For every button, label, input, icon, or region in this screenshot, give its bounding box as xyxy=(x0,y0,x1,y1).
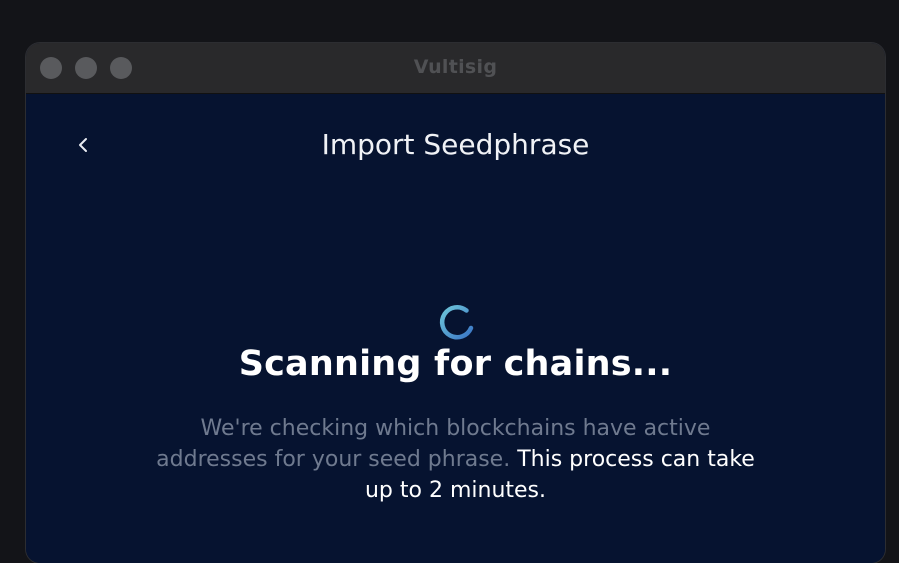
scanning-heading: Scanning for chains... xyxy=(238,344,673,384)
app-window: Vultisig Import Seedphrase Scanning for … xyxy=(26,43,885,563)
window-titlebar: Vultisig xyxy=(26,43,885,94)
page-title: Import Seedphrase xyxy=(321,128,590,161)
scanning-description: We're checking which blockchains have ac… xyxy=(146,413,765,506)
window-title: Vultisig xyxy=(413,56,498,78)
main-content: Import Seedphrase Scanning for chains...… xyxy=(26,94,885,563)
loading-spinner-icon xyxy=(436,301,478,343)
